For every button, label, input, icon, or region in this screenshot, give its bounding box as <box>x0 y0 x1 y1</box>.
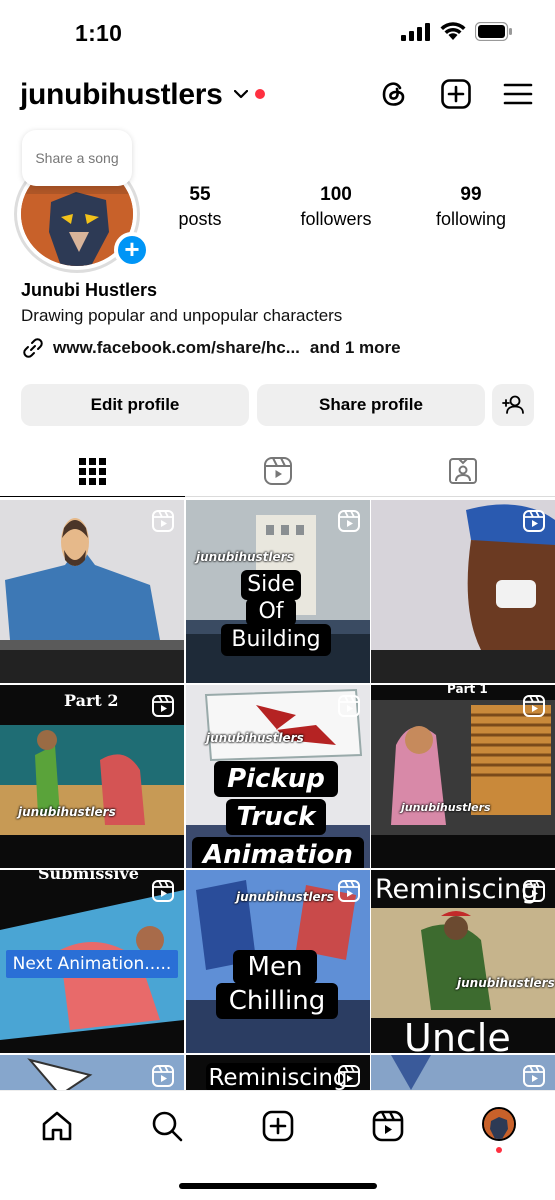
share-song-bubble[interactable]: Share a song <box>22 130 132 186</box>
post-caption-line: Uncle <box>404 1016 511 1053</box>
post-watermark: junubihustlers <box>236 890 334 904</box>
edit-profile-button[interactable]: Edit profile <box>21 384 249 426</box>
battery-icon <box>475 22 512 41</box>
post-tile[interactable] <box>371 500 555 683</box>
profile-tabs <box>0 445 555 497</box>
search-icon[interactable] <box>150 1109 184 1143</box>
grid-icon <box>79 457 106 485</box>
reels-nav-icon[interactable] <box>371 1109 405 1143</box>
post-tile[interactable]: Part 2 junubihustlers <box>0 685 184 868</box>
tab-grid[interactable] <box>0 445 185 497</box>
post-top-label: Reminiscing <box>375 874 539 905</box>
post-tile[interactable]: Reminiscing <box>186 1055 370 1090</box>
threads-icon[interactable] <box>378 78 410 110</box>
post-caption-line: Building <box>221 624 331 656</box>
notification-dot <box>255 89 265 99</box>
bio-link[interactable]: www.facebook.com/share/hc... <box>53 338 300 358</box>
post-caption-line: Pickup <box>214 761 338 797</box>
cellular-signal-icon <box>401 22 430 41</box>
bio-text: Drawing popular and unpopular characters <box>21 306 343 325</box>
bio-links[interactable]: www.facebook.com/share/hc... and 1 more <box>21 336 401 360</box>
add-person-icon <box>502 395 524 414</box>
reel-icon <box>523 510 545 532</box>
reel-icon <box>152 510 174 532</box>
home-icon[interactable] <box>40 1109 74 1143</box>
bio-link-more[interactable]: and 1 more <box>310 338 401 358</box>
reel-icon <box>338 880 360 902</box>
post-tile[interactable]: Submissive Next Animation..... <box>0 870 184 1053</box>
profile-nav-avatar[interactable] <box>482 1107 516 1141</box>
following-count-value: 99 <box>460 184 482 205</box>
posts-count-value: 55 <box>189 184 211 205</box>
display-name: Junubi Hustlers <box>21 280 158 300</box>
reel-icon <box>338 510 360 532</box>
reel-icon <box>523 1065 545 1087</box>
followers-count[interactable]: 100 followers <box>286 184 386 230</box>
posts-count-label: posts <box>178 209 222 229</box>
reel-icon <box>152 1065 174 1087</box>
post-caption-line: Next Animation..... <box>6 950 178 978</box>
post-tile[interactable]: Part 1 junubihustlers <box>371 685 555 868</box>
home-indicator <box>179 1183 377 1189</box>
post-caption-line: Side <box>241 570 301 600</box>
posts-count[interactable]: 55 posts <box>160 184 240 230</box>
tab-reels[interactable] <box>185 445 370 497</box>
post-caption-line: Reminiscing <box>206 1063 350 1090</box>
post-caption-line: Of <box>246 598 296 626</box>
followers-count-value: 100 <box>320 184 352 205</box>
followers-count-label: followers <box>300 209 372 229</box>
post-watermark: junubihustlers <box>196 550 294 564</box>
reels-icon <box>263 457 292 485</box>
reel-icon <box>338 1065 360 1087</box>
profile-header: junubihustlers <box>0 70 555 122</box>
post-tile[interactable]: junubihustlers Pickup Truck Animation <box>186 685 370 868</box>
username-switcher[interactable]: junubihustlers <box>20 78 223 112</box>
post-top-label: Part 2 <box>64 691 119 710</box>
active-tab-indicator <box>0 496 185 497</box>
create-post-icon[interactable] <box>440 78 472 110</box>
reel-icon <box>338 695 360 717</box>
post-tile[interactable]: junubihustlers Side Of Building <box>186 500 370 683</box>
reel-icon <box>523 880 545 902</box>
reel-icon <box>152 695 174 717</box>
post-top-label: Submissive <box>38 870 139 883</box>
following-count-label: following <box>435 209 507 229</box>
reel-icon <box>152 880 174 902</box>
discover-people-button[interactable] <box>492 384 534 426</box>
post-tile[interactable]: junubihustlers Men Chilling <box>186 870 370 1053</box>
following-count[interactable]: 99 following <box>421 184 521 230</box>
post-top-label: Part 1 <box>447 685 488 696</box>
add-story-button[interactable]: + <box>114 232 150 268</box>
chevron-down-icon[interactable] <box>234 90 248 99</box>
post-caption-line: Truck <box>226 799 326 835</box>
tagged-icon <box>448 458 477 484</box>
post-tile[interactable] <box>0 500 184 683</box>
reel-icon <box>523 695 545 717</box>
tab-tagged[interactable] <box>370 445 555 497</box>
post-caption-line: Chilling <box>216 983 338 1019</box>
post-watermark: junubihustlers <box>457 976 555 990</box>
menu-icon[interactable] <box>502 78 534 110</box>
post-caption-line: Animation <box>192 837 364 868</box>
post-tile[interactable] <box>371 1055 555 1090</box>
profile-notification-dot <box>496 1147 502 1153</box>
create-icon[interactable] <box>261 1109 295 1143</box>
post-tile[interactable]: Reminiscing junubihustlers Uncle down <box>371 870 555 1053</box>
status-icons <box>401 22 513 41</box>
post-caption-line: Men <box>233 950 317 984</box>
post-tile[interactable] <box>0 1055 184 1090</box>
link-icon <box>23 338 43 358</box>
posts-grid: junubihustlers Side Of Building Part 2 j… <box>0 500 555 1090</box>
wifi-icon <box>440 22 466 40</box>
status-time: 1:10 <box>75 20 123 46</box>
share-profile-button[interactable]: Share profile <box>257 384 485 426</box>
post-watermark: junubihustlers <box>401 801 491 814</box>
post-watermark: junubihustlers <box>206 731 304 745</box>
post-watermark: junubihustlers <box>18 805 116 819</box>
status-bar: 1:10 <box>0 0 555 66</box>
